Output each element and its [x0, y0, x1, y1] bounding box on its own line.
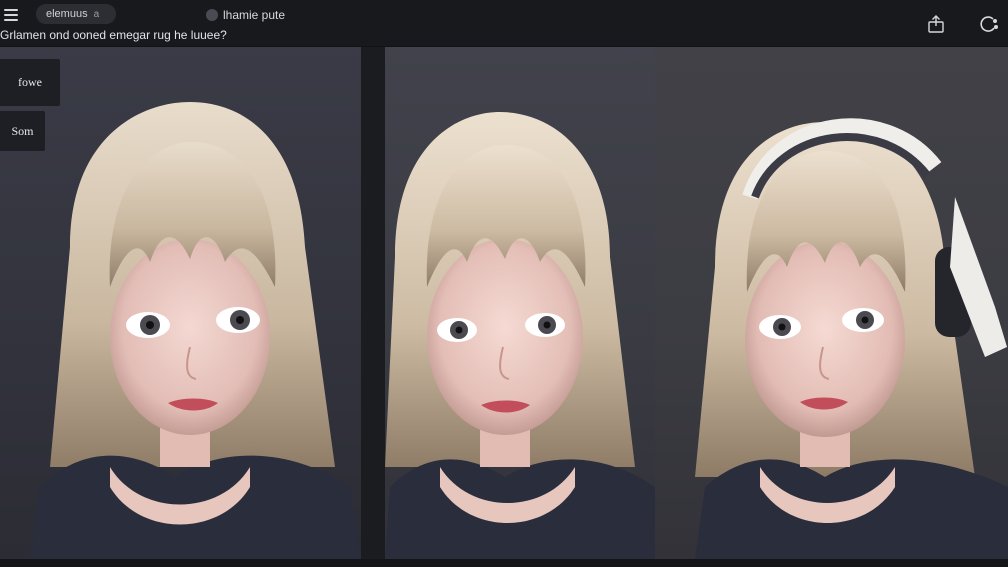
- share-icon[interactable]: [926, 14, 946, 34]
- portrait-2-graphic: [385, 112, 655, 559]
- app-window: elemuus a lhamie pute Grlamen ond ooned …: [0, 0, 1008, 567]
- hamburger-menu-icon[interactable]: [4, 8, 18, 22]
- panel-divider: [361, 47, 385, 559]
- workspace-pill-sub: a: [93, 8, 100, 20]
- save-button[interactable]: Som: [0, 111, 45, 151]
- prompt-text: Grlamen ond ooned emegar rug he luuee?: [0, 28, 227, 42]
- view-button[interactable]: fowe: [0, 59, 60, 106]
- portrait-1-graphic: [30, 102, 361, 559]
- generated-image-1[interactable]: [0, 47, 361, 559]
- generated-image-3[interactable]: [655, 47, 1008, 559]
- generated-image-2[interactable]: [385, 47, 655, 559]
- model-label: lhamie pute: [223, 8, 286, 22]
- refresh-icon[interactable]: [976, 12, 1000, 36]
- top-bar: elemuus a lhamie pute Grlamen ond ooned …: [0, 0, 1008, 46]
- workspace-pill-label: elemuus: [46, 8, 88, 20]
- workspace-pill[interactable]: elemuus a: [36, 4, 116, 24]
- model-selector[interactable]: lhamie pute: [206, 6, 285, 24]
- model-avatar-icon: [206, 9, 218, 21]
- bottom-strip: [0, 559, 1008, 567]
- portrait-3-graphic: [695, 118, 1008, 559]
